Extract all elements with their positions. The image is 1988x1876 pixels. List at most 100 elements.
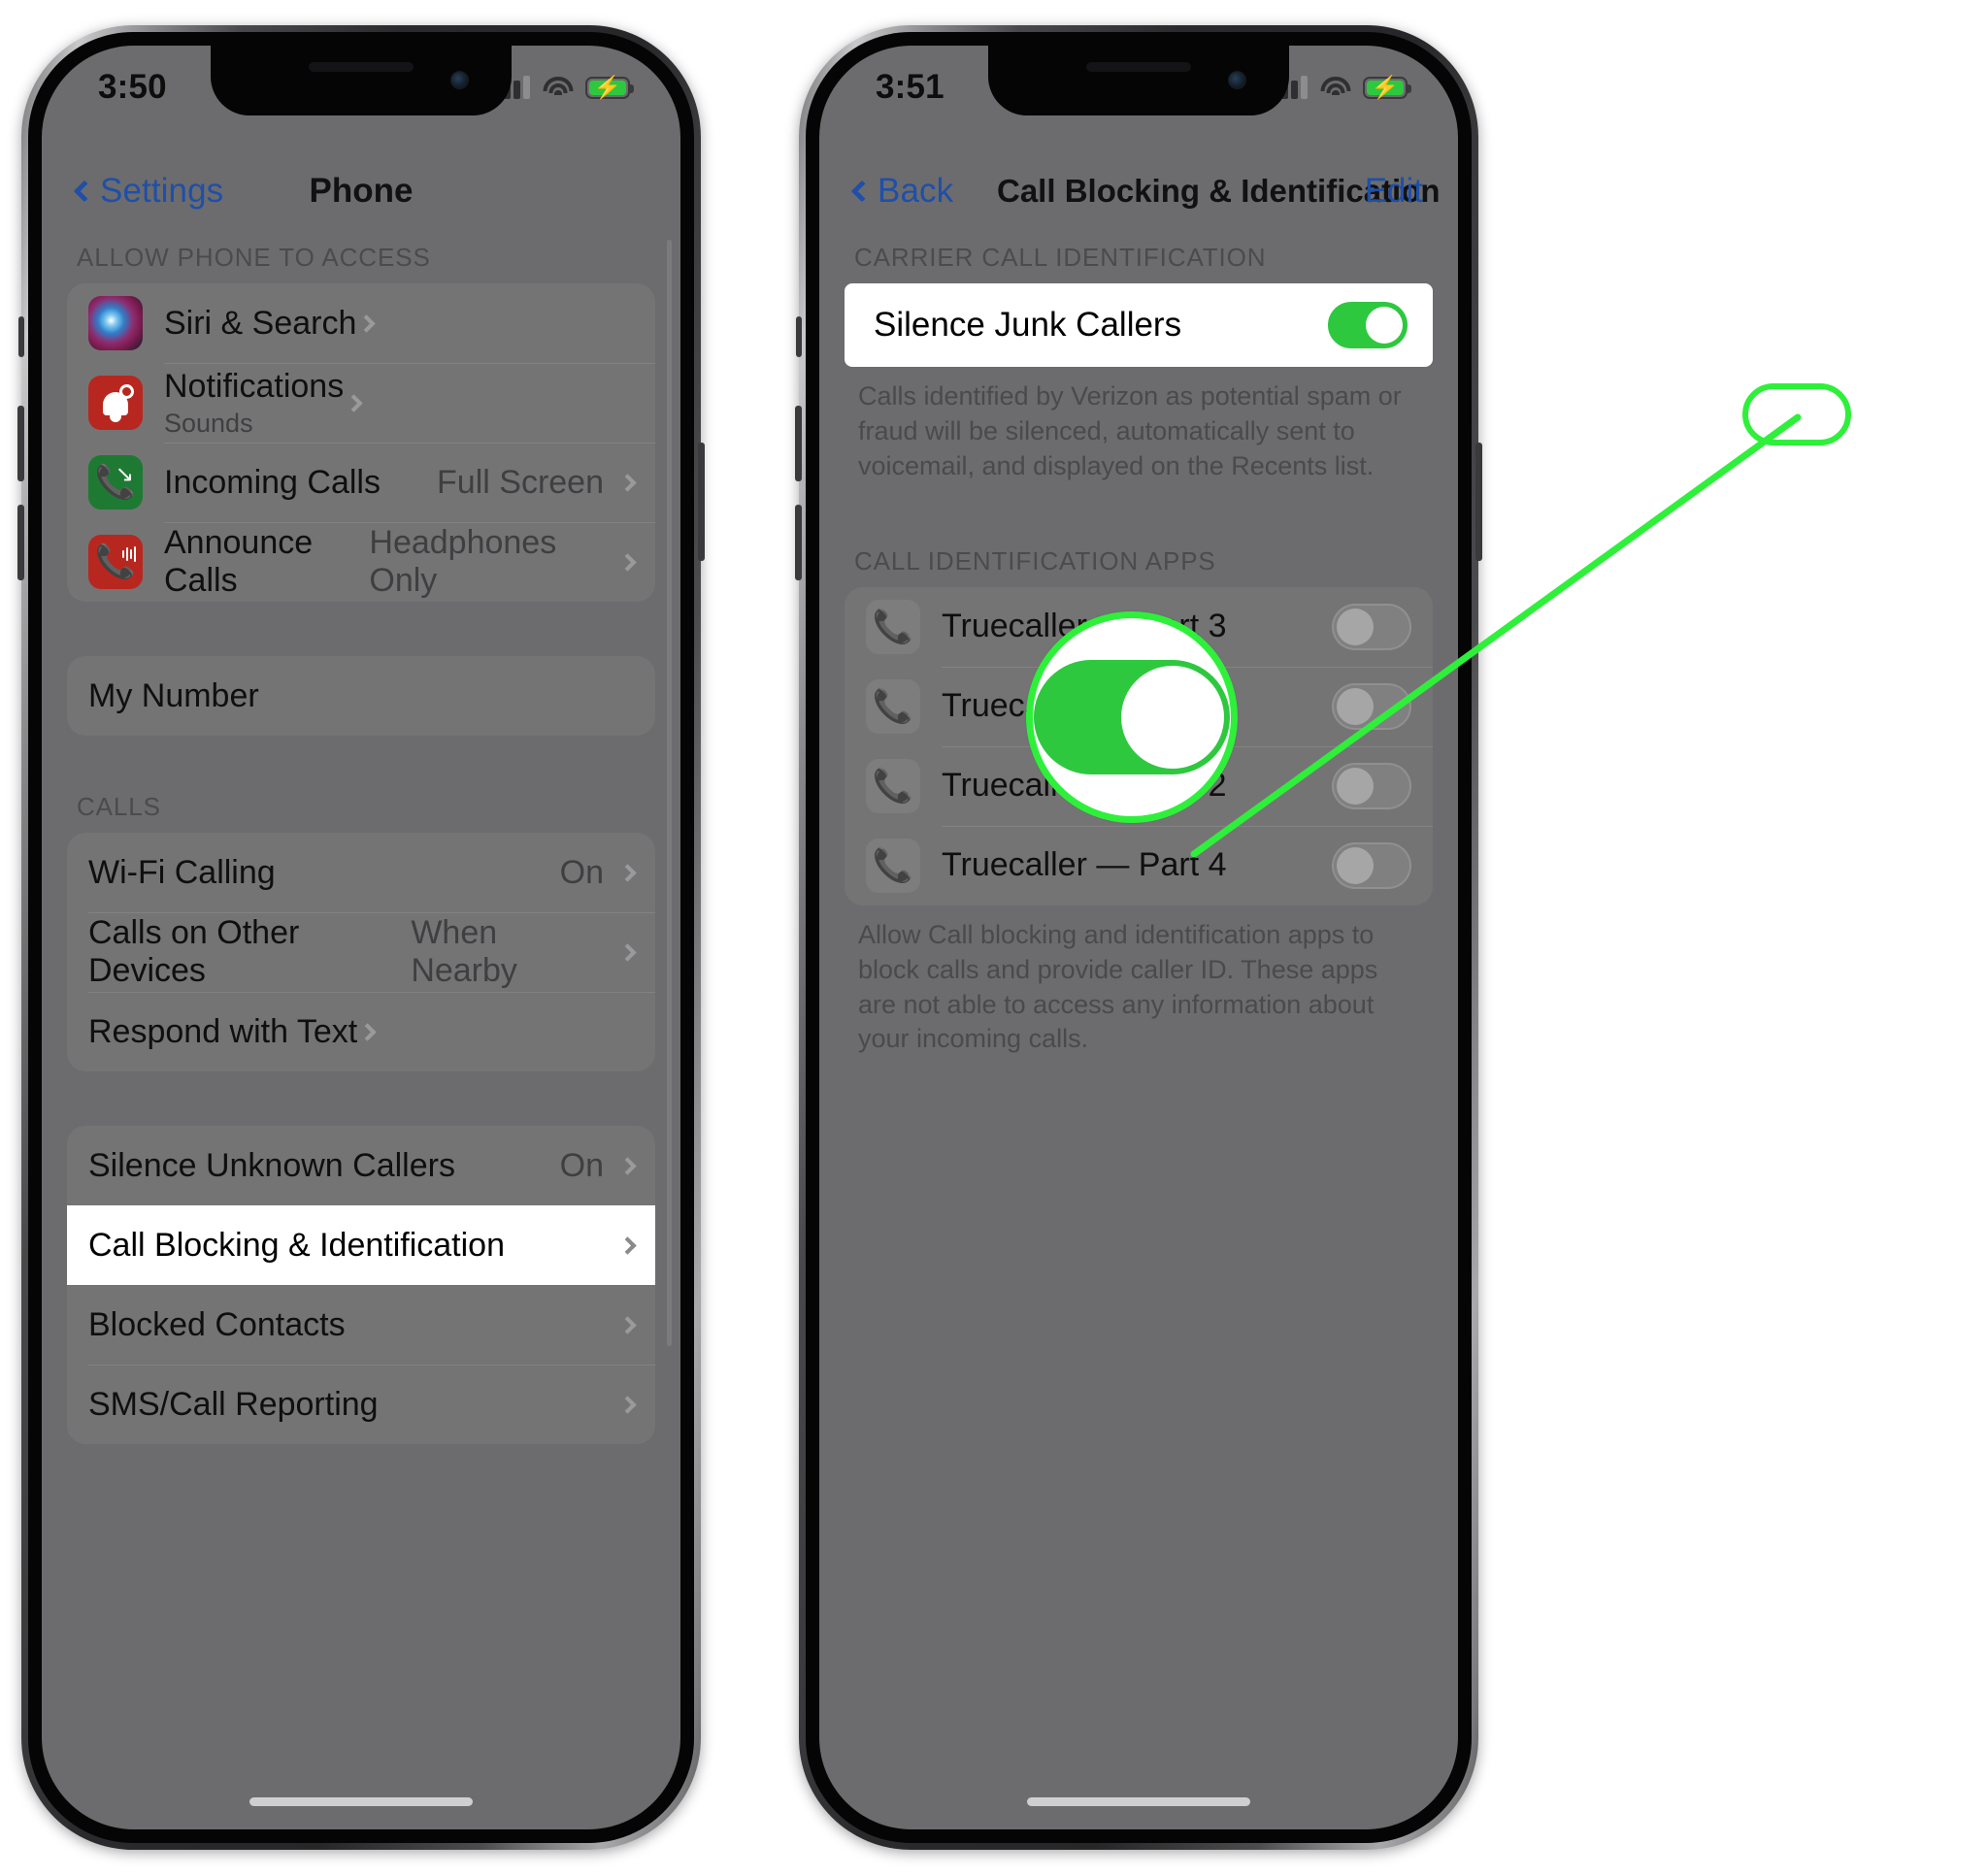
row-blocked-contacts[interactable]: Blocked Contacts: [67, 1285, 655, 1365]
home-indicator[interactable]: [1027, 1797, 1250, 1806]
chevron-right-icon: [618, 1235, 637, 1255]
chevron-right-icon: [345, 393, 363, 412]
row-sms-call-reporting[interactable]: SMS/Call Reporting: [67, 1365, 655, 1444]
row-truecaller-part-4[interactable]: 📞 Truecaller — Part 4: [845, 825, 1433, 905]
section-header-call-identification-apps: CALL IDENTIFICATION APPS: [854, 545, 1216, 576]
apps-footnote: Allow Call blocking and identification a…: [858, 919, 1378, 1054]
scrollbar[interactable]: [667, 240, 672, 1346]
phone-wave-icon: 📞: [88, 535, 143, 589]
status-time: 3:50: [98, 68, 167, 106]
row-incoming-calls[interactable]: 📞 ↘ Incoming Calls Full Screen: [67, 443, 655, 522]
row-label: Calls on Other Devices: [88, 914, 300, 989]
row-respond-with-text[interactable]: Respond with Text: [67, 992, 655, 1071]
screenshot-canvas: 3:50 ⚡ Settings Phone ALLOW PHONE TO ACC…: [0, 0, 1988, 1876]
app-toggle[interactable]: [1332, 603, 1411, 650]
power-button[interactable]: [1475, 443, 1482, 561]
wifi-icon: [1320, 76, 1350, 99]
row-silence-junk-callers[interactable]: Silence Junk Callers: [845, 283, 1433, 367]
chevron-right-icon: [357, 313, 377, 333]
notch-left: [211, 46, 512, 115]
iphone-device-left: 3:50 ⚡ Settings Phone ALLOW PHONE TO ACC…: [17, 25, 705, 1850]
row-value: When Nearby: [411, 914, 517, 989]
row-announce-calls[interactable]: 📞 Announce Calls Headphones Only: [67, 522, 655, 602]
row-my-number[interactable]: My Number: [67, 656, 655, 736]
back-button-settings[interactable]: Settings: [73, 172, 224, 211]
status-icons-left: ⚡: [494, 76, 634, 99]
volume-down-button[interactable]: [17, 505, 24, 580]
magnified-toggle-on: [1034, 660, 1230, 774]
chevron-right-icon: [618, 552, 637, 572]
row-label: Respond with Text: [88, 1012, 358, 1050]
nav-bar-left: Settings Phone: [42, 157, 680, 225]
row-label: Siri & Search: [164, 304, 357, 342]
volume-down-button[interactable]: [795, 505, 802, 580]
chevron-right-icon: [618, 473, 637, 492]
row-silence-unknown-callers[interactable]: Silence Unknown Callers On: [67, 1126, 655, 1205]
row-siri-and-search[interactable]: Siri & Search: [67, 283, 655, 363]
device-bezel-right: 3:51 ⚡ Back Call Blocking & Identificati…: [806, 32, 1472, 1843]
chevron-right-icon: [618, 1156, 637, 1175]
row-label: Incoming Calls: [164, 463, 381, 501]
volume-up-button[interactable]: [17, 406, 24, 481]
row-label: Silence Unknown Callers: [88, 1146, 455, 1184]
edit-button[interactable]: Edit: [1365, 172, 1423, 211]
phone-handset-icon: 📞: [866, 599, 920, 654]
phone-down-icon: 📞 ↘: [88, 455, 143, 510]
row-notifications[interactable]: Notifications Sounds: [67, 363, 655, 443]
battery-charging-icon: ⚡: [585, 76, 634, 99]
section-header-allow-access: ALLOW PHONE TO ACCESS: [77, 243, 431, 272]
row-value: Full Screen: [437, 463, 604, 501]
magnified-toggle-callout: [1026, 611, 1238, 823]
chevron-right-icon: [358, 1022, 377, 1041]
silence-junk-callers-toggle[interactable]: [1328, 302, 1408, 348]
phone-handset-icon: 📞: [866, 838, 920, 893]
iphone-device-right: 3:51 ⚡ Back Call Blocking & Identificati…: [795, 25, 1482, 1850]
battery-charging-icon: ⚡: [1363, 76, 1411, 99]
chevron-right-icon: [618, 1395, 637, 1414]
row-label: Notifications: [164, 367, 345, 405]
row-wifi-calling[interactable]: Wi-Fi Calling On: [67, 833, 655, 912]
back-button[interactable]: Back: [850, 172, 953, 211]
power-button[interactable]: [698, 443, 705, 561]
group-my-number: My Number: [67, 656, 655, 736]
chevron-left-icon: [850, 180, 874, 203]
phone-handset-icon: 📞: [866, 758, 920, 813]
call-blocking-list[interactable]: CARRIER CALL IDENTIFICATION Silence Junk…: [819, 225, 1458, 1829]
silent-switch[interactable]: [18, 316, 24, 357]
row-label: Call Blocking & Identification: [88, 1226, 506, 1264]
notch-right: [988, 46, 1289, 115]
row-value: On: [559, 853, 604, 891]
chevron-left-icon: [73, 180, 96, 203]
group-carrier-identification: Silence Junk Callers: [845, 283, 1433, 367]
row-label: Announce Calls: [164, 524, 314, 599]
siri-icon: [88, 296, 143, 350]
row-call-blocking-and-identification[interactable]: Call Blocking & Identification: [67, 1205, 655, 1285]
chevron-right-icon: [618, 942, 637, 962]
earpiece-speaker: [309, 62, 414, 72]
app-toggle[interactable]: [1332, 841, 1411, 889]
front-camera-icon: [450, 71, 469, 89]
wifi-icon: [543, 76, 573, 99]
earpiece-speaker: [1086, 62, 1191, 72]
front-camera-icon: [1228, 71, 1246, 89]
silent-switch[interactable]: [796, 316, 802, 357]
back-button-label: Settings: [100, 172, 224, 210]
row-label: Truecaller — Part 4: [942, 846, 1227, 884]
chevron-right-icon: [618, 1315, 637, 1334]
row-calls-on-other-devices[interactable]: Calls on Other Devices When Nearby: [67, 912, 655, 992]
row-value: Headphones Only: [369, 524, 557, 599]
row-label: Wi-Fi Calling: [88, 853, 276, 891]
settings-list-left[interactable]: ALLOW PHONE TO ACCESS Siri & Search Noti…: [42, 225, 680, 1829]
status-time: 3:51: [876, 68, 944, 106]
volume-up-button[interactable]: [795, 406, 802, 481]
nav-bar-right: Back Call Blocking & Identification Edit: [819, 157, 1458, 225]
row-value: On: [559, 1146, 604, 1184]
group-blocking: Silence Unknown Callers On Call Blocking…: [67, 1126, 655, 1444]
row-label: Blocked Contacts: [88, 1305, 346, 1343]
row-subtitle: Sounds: [164, 408, 253, 438]
app-toggle[interactable]: [1332, 682, 1411, 730]
bell-icon: [88, 376, 143, 430]
home-indicator[interactable]: [249, 1797, 473, 1806]
phone-handset-icon: 📞: [866, 678, 920, 734]
app-toggle[interactable]: [1332, 762, 1411, 809]
